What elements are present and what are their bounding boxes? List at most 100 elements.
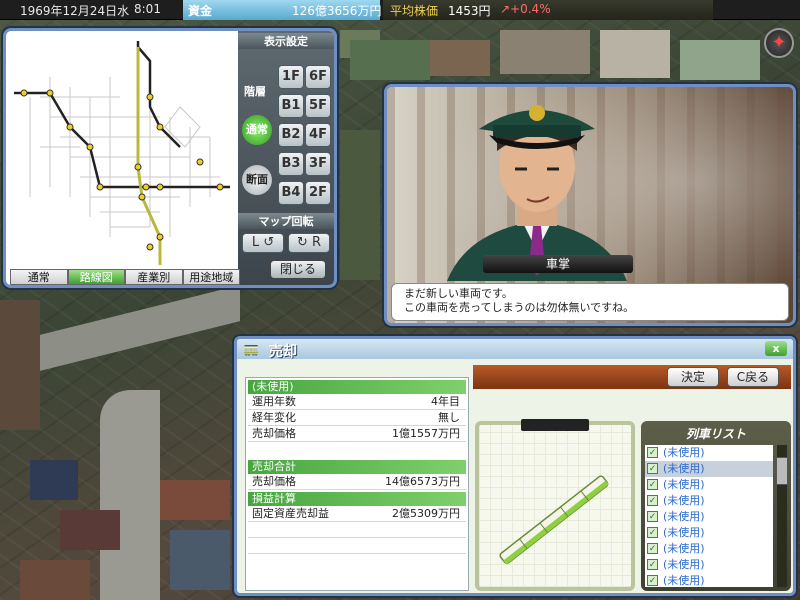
speech-line-1: まだ新しい車両です。 <box>404 287 513 300</box>
rotate-right-label: R <box>311 235 322 250</box>
date-text: 1969年12月24日水 <box>20 4 130 18</box>
route-map-drawing <box>14 41 230 265</box>
list-item-label: (未使用) <box>663 574 705 587</box>
floor-1f-button[interactable]: 1F <box>278 65 304 89</box>
section-total: 売却合計 <box>248 460 466 474</box>
route-map[interactable] <box>10 37 238 265</box>
price-label: 売却価格 <box>252 427 296 440</box>
years-row: 運用年数 4年目 <box>248 394 466 410</box>
floor-b4-button[interactable]: B4 <box>278 181 304 205</box>
floor-2f-button[interactable]: 2F <box>305 181 331 205</box>
back-button[interactable]: C戻る <box>727 367 779 387</box>
floor-5f-button[interactable]: 5F <box>305 94 331 118</box>
mode-normal-button[interactable]: 通常 <box>242 115 272 145</box>
list-item[interactable]: ✓ (未使用) <box>645 461 773 477</box>
building <box>60 510 120 550</box>
checkbox-icon[interactable]: ✓ <box>647 479 658 490</box>
sell-title: 売却 <box>269 344 297 360</box>
tab-normal[interactable]: 通常 <box>10 269 68 285</box>
train-list-title: 列車リスト <box>685 427 746 441</box>
aging-label: 経年変化 <box>252 411 296 424</box>
speech-bubble[interactable]: まだ新しい車両です。 この車両を売ってしまうのは勿体無いですね。 <box>391 283 789 321</box>
preview-header <box>521 419 589 431</box>
speech-line-2: この車両を売ってしまうのは勿体無いですね。 <box>404 301 635 314</box>
tab-route-map[interactable]: 路線図 <box>67 269 125 285</box>
list-item[interactable]: ✓ (未使用) <box>645 477 773 493</box>
building <box>350 40 430 80</box>
funds-value: 126億3656万円 <box>292 4 382 18</box>
list-item[interactable]: ✓ (未使用) <box>645 541 773 557</box>
floor-4f-button[interactable]: 4F <box>305 123 331 147</box>
list-item[interactable]: ✓ (未使用) <box>645 493 773 509</box>
map-panel: 表示設定 階層 1F 6F B1 5F B2 4F B3 3F B4 2F 通常… <box>3 28 337 288</box>
tab-zoning[interactable]: 用途地域 <box>182 269 240 285</box>
checkbox-icon[interactable]: ✓ <box>647 527 658 538</box>
building <box>500 30 590 74</box>
rotate-right-icon: ↻ <box>296 235 312 250</box>
aging-row: 経年変化 無し <box>248 410 466 426</box>
list-item-label: (未使用) <box>663 462 705 475</box>
rotate-left-button[interactable]: L ↺ <box>242 233 284 253</box>
list-item-label: (未使用) <box>663 478 705 491</box>
list-item[interactable]: ✓ (未使用) <box>645 573 773 587</box>
list-item-label: (未使用) <box>663 494 705 507</box>
building <box>160 480 230 520</box>
list-item-label: (未使用) <box>663 542 705 555</box>
funds-label: 資金 <box>188 4 213 18</box>
compass-icon[interactable]: ✦ <box>764 28 794 58</box>
scrollbar-thumb[interactable] <box>776 457 788 485</box>
price-value: 1億1557万円 <box>392 427 460 440</box>
checkbox-icon[interactable]: ✓ <box>647 559 658 570</box>
checkbox-icon[interactable]: ✓ <box>647 463 658 474</box>
stock-label: 平均株価 <box>390 4 439 18</box>
sale-info: (未使用) 運用年数 4年目 経年変化 無し 売却価格 1億1557万円 売却合計 売… <box>245 377 469 591</box>
list-item[interactable]: ✓ (未使用) <box>645 445 773 461</box>
mode-section-button[interactable]: 断面 <box>242 165 272 195</box>
list-item-label: (未使用) <box>663 558 705 571</box>
close-map-button[interactable]: 閉じる <box>270 260 326 279</box>
stock-change: ↗+0.4% <box>500 2 551 16</box>
total-row: 売却価格 14億6573万円 <box>248 474 466 490</box>
building <box>680 40 760 80</box>
checkbox-icon[interactable]: ✓ <box>647 543 658 554</box>
train-list-panel: 列車リスト ✓ (未使用) ✓ (未使用) ✓ (未使用) ✓ (未使用) ✓ (未使用)… <box>641 421 791 591</box>
list-item[interactable]: ✓ (未使用) <box>645 509 773 525</box>
confirm-button[interactable]: 決定 <box>667 367 719 387</box>
building <box>30 460 78 500</box>
total-label: 売却価格 <box>252 475 296 488</box>
list-item-label: (未使用) <box>663 510 705 523</box>
conductor-portrait <box>447 105 627 281</box>
close-icon[interactable]: x <box>765 341 787 356</box>
floor-b3-button[interactable]: B3 <box>278 152 304 176</box>
tab-industry[interactable]: 産業別 <box>125 269 183 285</box>
empty-row <box>248 538 466 554</box>
building <box>0 300 40 430</box>
list-item[interactable]: ✓ (未使用) <box>645 525 773 541</box>
aging-value: 無し <box>438 411 460 424</box>
building <box>600 30 670 78</box>
floor-3f-button[interactable]: 3F <box>305 152 331 176</box>
floor-b2-button[interactable]: B2 <box>278 123 304 147</box>
list-item[interactable]: ✓ (未使用) <box>645 557 773 573</box>
status-bar: 1969年12月24日水 8:01 資金 126億3656万円 平均株価 145… <box>0 0 800 20</box>
checkbox-icon[interactable]: ✓ <box>647 511 658 522</box>
profit-label: 固定資産売却益 <box>252 507 329 520</box>
building <box>20 560 90 600</box>
floor-b1-button[interactable]: B1 <box>278 94 304 118</box>
railway <box>40 285 240 371</box>
building <box>340 130 380 280</box>
rotate-right-button[interactable]: ↻ R <box>288 233 330 253</box>
display-settings-title: 表示設定 <box>238 33 334 49</box>
checkbox-icon[interactable]: ✓ <box>647 495 658 506</box>
checkbox-icon[interactable]: ✓ <box>647 575 658 586</box>
train-car-icon: 🚃 <box>243 342 260 357</box>
years-label: 運用年数 <box>252 395 296 408</box>
list-item-label: (未使用) <box>663 526 705 539</box>
price-row: 売却価格 1億1557万円 <box>248 426 466 442</box>
section-profit: 損益計算 <box>248 492 466 506</box>
checkbox-icon[interactable]: ✓ <box>647 447 658 458</box>
list-item-label: (未使用) <box>663 446 705 459</box>
display-settings: 表示設定 階層 1F 6F B1 5F B2 4F B3 3F B4 2F 通常… <box>238 31 334 285</box>
floor-6f-button[interactable]: 6F <box>305 65 331 89</box>
map-rotation-title: マップ回転 <box>238 213 334 229</box>
